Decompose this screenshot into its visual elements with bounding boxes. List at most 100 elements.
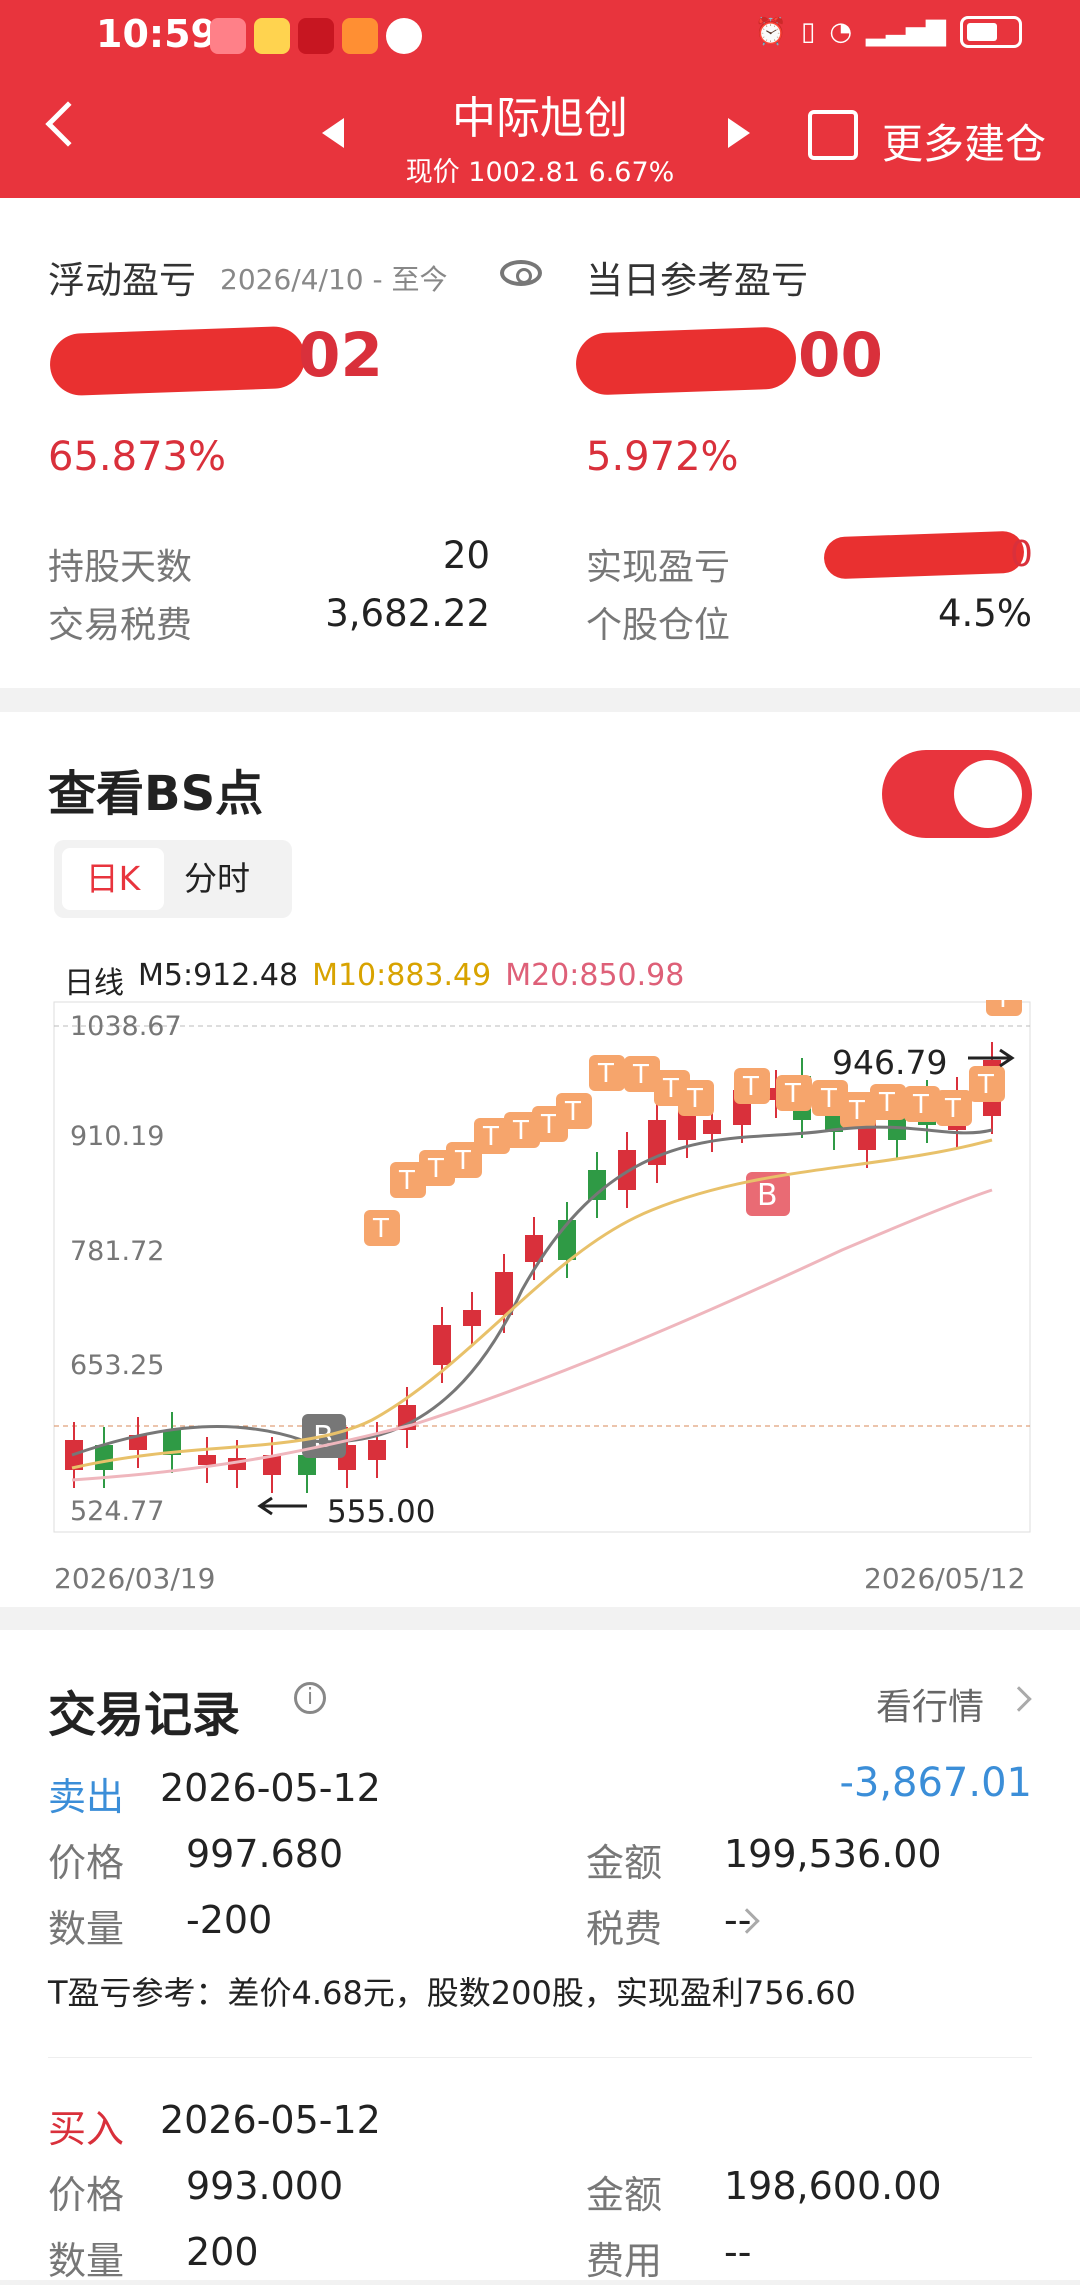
more-position-button[interactable]: 更多建仓 bbox=[882, 110, 1046, 170]
buy-money: 198,600.00 bbox=[724, 2164, 942, 2208]
battery-icon bbox=[960, 16, 1022, 48]
start-date: 2026/03/19 bbox=[54, 1562, 216, 1595]
t-marker-label: T bbox=[632, 1060, 649, 1090]
candle-body bbox=[433, 1325, 451, 1365]
t-marker-label: T bbox=[742, 1072, 759, 1102]
alarm-icon: ⏰ bbox=[754, 17, 788, 47]
candle-body bbox=[703, 1120, 721, 1134]
y-tick-524: 524.77 bbox=[70, 1496, 164, 1527]
heart-icon bbox=[298, 18, 334, 54]
tax-value: 3,682.22 bbox=[325, 592, 490, 635]
bs-chart-card: 查看BS点 日K 分时 日线 M5:912.48 M10:883.49 M20:… bbox=[0, 712, 1080, 1607]
buy-price: 993.000 bbox=[186, 2164, 344, 2208]
vibrate-icon: ▯ bbox=[801, 17, 816, 47]
buy-fee-label: 费用 bbox=[586, 2239, 663, 2283]
m10-legend: M10:883.49 bbox=[312, 958, 492, 993]
chart-mode-tabs: 日K 分时 bbox=[54, 840, 292, 918]
record-divider bbox=[48, 2057, 1032, 2058]
realized-label: 实现盈亏 bbox=[586, 547, 731, 588]
t-marker-label: T bbox=[944, 1094, 961, 1124]
floating-percent: 65.873% bbox=[48, 434, 226, 480]
t-marker-label: T bbox=[540, 1110, 557, 1140]
t-marker-label: T bbox=[427, 1154, 444, 1184]
buy-qty-label: 数量 bbox=[48, 2239, 125, 2283]
huawei-icon bbox=[210, 18, 246, 54]
moving-average-legend: 日线 M5:912.48 M10:883.49 M20:850.98 bbox=[64, 958, 684, 1002]
tax-label: 交易税费 bbox=[48, 605, 193, 646]
t-profit-note: T盈亏参考：差价4.68元，股数200股，实现盈利756.60 bbox=[48, 1974, 856, 2012]
t-marker-label: T bbox=[662, 1074, 679, 1104]
redacted-realized-value bbox=[823, 530, 1025, 580]
daily-profit-label: 当日参考盈亏 bbox=[586, 259, 808, 302]
candle-body bbox=[368, 1440, 386, 1460]
trade-record-title: 交易记录 bbox=[48, 1687, 241, 1743]
t-marker-label: T bbox=[912, 1090, 929, 1120]
m5-legend: M5:912.48 bbox=[138, 958, 299, 993]
holding-days-value: 20 bbox=[442, 534, 490, 577]
holding-days-label: 持股天数 bbox=[48, 547, 193, 588]
t-marker-label: T bbox=[878, 1088, 895, 1118]
sell-price: 997.680 bbox=[186, 1832, 344, 1876]
candle-body bbox=[618, 1150, 636, 1190]
bs-toggle[interactable] bbox=[882, 750, 1032, 838]
floating-value-suffix: 02 bbox=[298, 320, 383, 391]
sell-amount: -3,867.01 bbox=[839, 1760, 1032, 1806]
buy-fee[interactable]: -- bbox=[724, 2230, 751, 2274]
daily-value-suffix: 00 bbox=[798, 320, 883, 391]
t-marker-label: T bbox=[482, 1122, 499, 1152]
info-icon[interactable]: i bbox=[294, 1682, 326, 1714]
current-price: 现价 1002.81 6.67% bbox=[405, 157, 675, 188]
y-tick-1038: 1038.67 bbox=[70, 1011, 182, 1042]
t-marker-label: T bbox=[848, 1096, 865, 1126]
next-stock-icon[interactable] bbox=[728, 118, 750, 148]
buy-date: 2026-05-12 bbox=[160, 2098, 381, 2142]
share-icon[interactable] bbox=[808, 106, 862, 160]
ma-title: 日线 bbox=[64, 966, 124, 1001]
system-status-icons: ⏰ ▯ ◔ ▂▃▅▇ bbox=[755, 16, 1022, 48]
candle-body bbox=[95, 1445, 113, 1470]
high-label: 946.79 bbox=[832, 1043, 947, 1082]
floating-date: 2026/4/10 - 至今 bbox=[220, 263, 448, 296]
profit-summary: 浮动盈亏 2026/4/10 - 至今 当日参考盈亏 02 00 65.873%… bbox=[0, 198, 1080, 688]
bs-title: 查看BS点 bbox=[48, 766, 264, 822]
y-tick-653: 653.25 bbox=[70, 1350, 164, 1381]
video-icon bbox=[342, 18, 378, 54]
chevron-right-icon bbox=[1006, 1686, 1032, 1712]
status-bar: 10:59 ⏰ ▯ ◔ ▂▃▅▇ bbox=[0, 0, 1080, 72]
t-marker-label: T bbox=[597, 1059, 614, 1089]
t-marker-label: T bbox=[398, 1166, 415, 1196]
redacted-daily-value bbox=[574, 326, 798, 396]
buy-price-label: 价格 bbox=[48, 2173, 125, 2217]
t-marker-label: T bbox=[564, 1097, 581, 1127]
trade-records: 交易记录 i 看行情 卖出 2026-05-12 -3,867.01 价格 99… bbox=[0, 1630, 1080, 2283]
tab-daily-k[interactable]: 日K bbox=[62, 848, 164, 910]
buy-qty: 200 bbox=[186, 2230, 259, 2274]
back-icon[interactable] bbox=[45, 101, 91, 147]
end-date: 2026/05/12 bbox=[864, 1562, 1026, 1595]
eye-icon[interactable] bbox=[500, 260, 542, 286]
sell-type: 卖出 bbox=[48, 1775, 125, 1819]
candle-body bbox=[198, 1455, 216, 1465]
sell-qty-label: 数量 bbox=[48, 1907, 125, 1951]
stock-title: 中际旭创 bbox=[452, 93, 628, 144]
buy-money-label: 金额 bbox=[586, 2173, 663, 2217]
top-header: 10:59 ⏰ ▯ ◔ ▂▃▅▇ 中际旭创 现价 1002.81 6.67% 更多建仓 bbox=[0, 0, 1080, 198]
status-time: 10:59 bbox=[96, 12, 217, 56]
kline-chart[interactable]: TTTTTTTTTTTTTTTTTTTTTBB 1038.67 910.19 7… bbox=[52, 1000, 1032, 1534]
sell-fee-label: 税费 bbox=[586, 1907, 663, 1951]
daily-percent: 5.972% bbox=[586, 434, 739, 480]
y-tick-781: 781.72 bbox=[70, 1236, 164, 1267]
sell-money: 199,536.00 bbox=[724, 1832, 942, 1876]
t-marker-label: T bbox=[454, 1146, 471, 1176]
floating-profit-label: 浮动盈亏 bbox=[48, 259, 196, 302]
chat-icon bbox=[386, 18, 422, 54]
candle-body bbox=[495, 1272, 513, 1315]
t-marker-label: T bbox=[686, 1084, 703, 1114]
tab-minute[interactable]: 分时 bbox=[184, 848, 286, 910]
realized-value-suffix: 0 bbox=[1010, 534, 1033, 575]
redacted-floating-value bbox=[48, 325, 307, 397]
view-market-link[interactable]: 看行情 bbox=[876, 1678, 984, 1730]
buy-marker-label: B bbox=[757, 1178, 778, 1213]
t-marker-label: T bbox=[977, 1070, 994, 1100]
weibo-icon bbox=[254, 18, 290, 54]
